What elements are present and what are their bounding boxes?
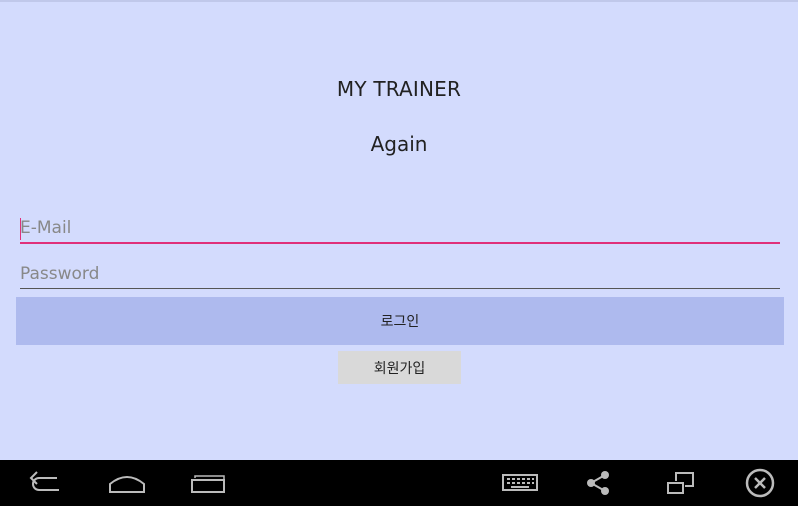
keyboard-button[interactable] [500, 460, 540, 506]
app-subtitle: Again [370, 132, 428, 156]
resize-window-icon [667, 472, 694, 494]
system-navigation-bar [0, 460, 798, 506]
email-field[interactable] [20, 214, 780, 244]
home-icon [109, 476, 145, 493]
close-circle-icon [745, 468, 775, 498]
keyboard-icon [502, 474, 538, 491]
home-button[interactable] [104, 460, 150, 506]
email-input[interactable] [20, 214, 780, 242]
password-underline [20, 288, 780, 289]
text-cursor [20, 218, 21, 240]
back-icon [29, 471, 59, 491]
status-divider [0, 0, 798, 2]
resize-window-button[interactable] [663, 460, 697, 506]
recent-apps-button[interactable] [186, 460, 228, 506]
password-field[interactable] [20, 260, 780, 290]
back-button[interactable] [22, 460, 68, 506]
close-button[interactable] [743, 460, 777, 506]
share-button[interactable] [582, 460, 614, 506]
email-underline [20, 242, 780, 244]
app-title: MY TRAINER [336, 77, 462, 101]
recent-apps-icon [191, 475, 225, 493]
share-icon [587, 471, 609, 495]
login-button[interactable]: 로그인 [16, 297, 784, 345]
password-input[interactable] [20, 260, 780, 288]
signup-button[interactable]: 회원가입 [338, 351, 461, 384]
